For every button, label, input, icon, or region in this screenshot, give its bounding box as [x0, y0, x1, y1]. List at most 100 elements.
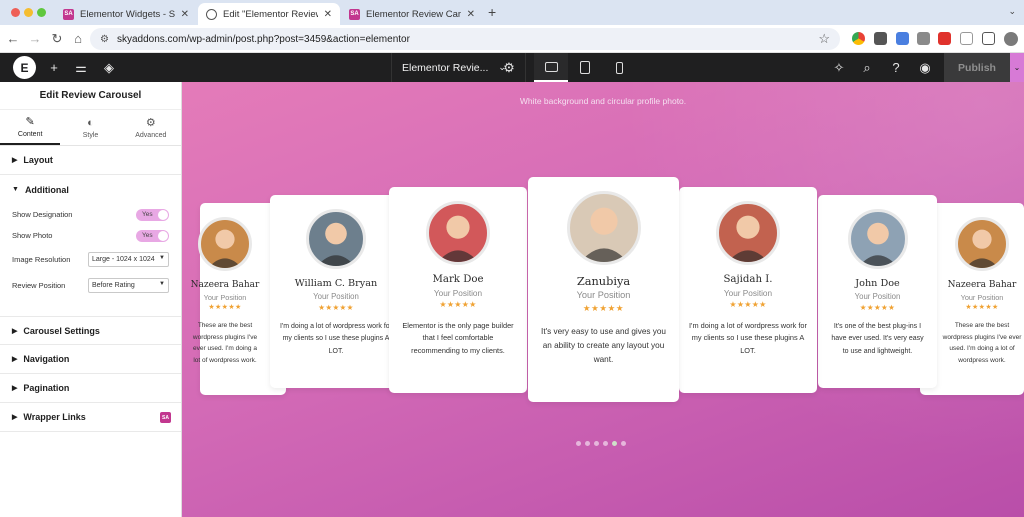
review-text: It's one of the best plug-ins I have eve… [831, 323, 924, 355]
color-extension-icon[interactable] [960, 32, 973, 45]
image-resolution-select[interactable]: Large - 1024 x 1024 ▼ [88, 251, 169, 267]
tab-advanced[interactable]: ⚙ Advanced [121, 110, 181, 145]
address-bar[interactable]: ⚙ skyaddons.com/wp-admin/post.php?post=3… [90, 28, 840, 50]
elementor-logo-icon[interactable]: E [13, 56, 36, 79]
yandex-extension-icon[interactable] [938, 32, 951, 45]
skyaddons-favicon-icon: SA [63, 8, 74, 20]
preview-eye-icon[interactable]: ◉ [916, 59, 934, 76]
section-carousel-settings[interactable]: ▶ Carousel Settings [0, 316, 181, 345]
browser-tab-1[interactable]: SA Elementor Widgets - Sky Addons ✕ [55, 3, 197, 25]
translate-extension-icon[interactable] [896, 32, 909, 45]
search-icon[interactable]: ⌕ [858, 59, 876, 76]
toggle-knob [158, 209, 168, 220]
tablet-view-button[interactable] [568, 53, 602, 82]
extensions-puzzle-icon[interactable] [982, 32, 995, 45]
caret-right-icon: ▶ [12, 356, 18, 363]
browser-tab-2[interactable]: Edit "Elementor Review Carousel" ✕ [198, 3, 340, 25]
reviewer-position: Your Position [723, 288, 773, 298]
url-text: skyaddons.com/wp-admin/post.php?post=345… [116, 33, 410, 45]
reviewer-photo [716, 201, 780, 265]
site-info-icon[interactable]: ⚙ [100, 34, 109, 45]
caret-down-icon: ▼ [12, 186, 19, 193]
browser-tab-3[interactable]: SA Elementor Review Carousel W ✕ [341, 3, 483, 25]
rating-stars: ★★★★★ [582, 303, 625, 314]
chevron-down-icon: ▼ [159, 280, 165, 287]
add-element-plus-icon[interactable]: + [45, 59, 63, 76]
skyaddons-badge-icon: SA [160, 412, 171, 423]
section-label: Layout [23, 155, 53, 165]
section-wrapper-links[interactable]: ▶ Wrapper Links SA [0, 403, 181, 432]
reviewer-position: Your Position [854, 291, 901, 301]
section-label: Wrapper Links [23, 412, 86, 422]
mobile-view-button[interactable] [602, 53, 636, 82]
notifications-rocket-icon[interactable]: ✧ [830, 59, 848, 76]
section-pagination[interactable]: ▶ Pagination [0, 374, 181, 403]
reviewer-photo [955, 217, 1009, 271]
skyaddons-favicon-icon: SA [349, 8, 360, 20]
close-icon[interactable]: ✕ [467, 9, 475, 20]
back-arrow-icon[interactable]: ← [5, 31, 21, 47]
rating-stars: ★★★★★ [729, 300, 767, 310]
section-navigation[interactable]: ▶ Navigation [0, 345, 181, 374]
pagination-dot[interactable] [612, 441, 617, 446]
desktop-view-button[interactable] [534, 53, 568, 82]
reload-icon[interactable]: ↻ [49, 31, 65, 47]
tab-label: Elementor Review Carousel W [366, 8, 461, 20]
reviewer-photo [426, 201, 490, 265]
chrome-extension-icon[interactable] [852, 32, 865, 45]
tab-search-chevron-icon[interactable]: ⌄ [1008, 6, 1016, 17]
grammar-extension-icon[interactable] [917, 32, 930, 45]
structure-layers-icon[interactable]: ◈ [100, 59, 118, 76]
review-card: John Doe Your Position ★★★★★ It's one of th… [818, 195, 937, 388]
tab-label: Edit "Elementor Review Carousel" [223, 8, 318, 20]
show-designation-toggle[interactable]: Yes [136, 208, 169, 221]
preview-canvas: White background and circular profile ph… [182, 82, 1024, 517]
review-card: Sajidah I. Your Position ★★★★★ I'm doing a … [679, 187, 817, 393]
close-icon[interactable]: ✕ [181, 9, 189, 20]
tab-style[interactable]: ◐ Style [60, 110, 120, 145]
publish-options-chevron-icon[interactable]: ⌄ [1010, 53, 1024, 82]
close-icon[interactable]: ✕ [324, 9, 332, 20]
page-settings-gear-icon[interactable]: ⚙ [500, 59, 518, 76]
minimize-window-button[interactable] [24, 8, 33, 17]
carousel-pagination [576, 441, 626, 446]
show-designation-control: Show Designation Yes [0, 204, 181, 225]
review-text: These are the best wordpress plugins I'v… [942, 322, 1022, 364]
reviewer-name: William C. Bryan [294, 278, 378, 289]
pagination-dot[interactable] [603, 441, 608, 446]
close-window-button[interactable] [11, 8, 20, 17]
shield-extension-icon[interactable] [874, 32, 887, 45]
pagination-dot[interactable] [585, 441, 590, 446]
section-additional[interactable]: ▼ Additional [0, 175, 181, 204]
caret-right-icon: ▶ [12, 385, 18, 392]
mobile-icon [615, 61, 623, 74]
bookmark-star-icon[interactable]: ☆ [818, 31, 830, 47]
desktop-icon [544, 61, 558, 72]
toggle-label: Yes [142, 210, 153, 218]
section-label: Pagination [23, 383, 70, 393]
review-position-control: Review Position Before Rating ▼ [0, 272, 181, 298]
profile-avatar[interactable] [1004, 32, 1018, 46]
reviewer-name: Mark Doe [432, 274, 484, 285]
reviewer-photo [847, 209, 908, 269]
pagination-dot[interactable] [621, 441, 626, 446]
help-icon[interactable]: ? [887, 59, 905, 76]
tab-content[interactable]: ✎ Content [0, 110, 61, 145]
rating-stars: ★★★★★ [208, 304, 242, 312]
pagination-dot[interactable] [576, 441, 581, 446]
caret-right-icon: ▶ [12, 414, 18, 421]
review-position-select[interactable]: Before Rating ▼ [88, 277, 169, 293]
reviewer-name: Nazeera Bahar [190, 280, 260, 290]
pagination-dot[interactable] [594, 441, 599, 446]
publish-button[interactable]: Publish [944, 53, 1010, 82]
show-photo-toggle[interactable]: Yes [136, 229, 169, 242]
maximize-window-button[interactable] [37, 8, 46, 17]
select-value: Large - 1024 x 1024 [92, 255, 155, 263]
new-tab-button[interactable]: + [488, 4, 496, 20]
site-settings-sliders-icon[interactable]: ⚌ [72, 59, 90, 76]
forward-arrow-icon[interactable]: → [27, 31, 43, 47]
section-layout[interactable]: ▶ Layout [0, 146, 181, 175]
home-icon[interactable]: ⌂ [70, 31, 86, 47]
reviewer-name: John Doe [855, 278, 900, 289]
show-photo-control: Show Photo Yes [0, 225, 181, 246]
